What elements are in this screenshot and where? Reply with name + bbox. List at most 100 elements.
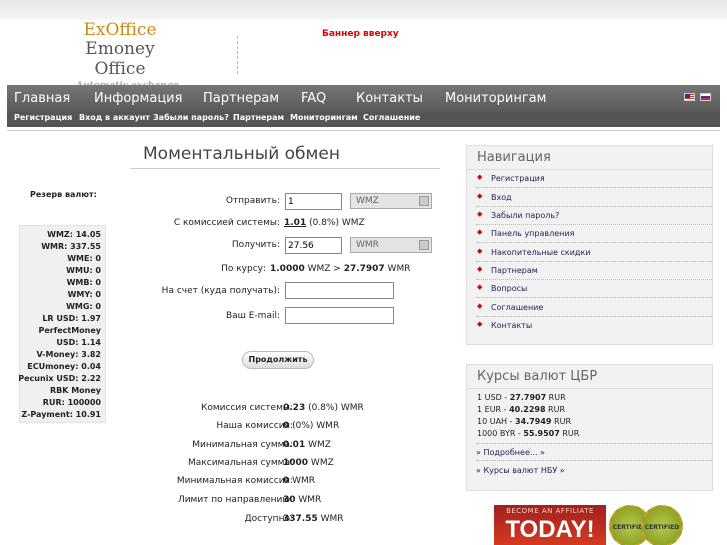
nav-item[interactable]: Регистрация: [491, 174, 545, 183]
rate-unit: RUR: [546, 393, 566, 402]
menu-info[interactable]: Информация: [94, 91, 182, 106]
send-label: Отправить:: [225, 196, 280, 206]
submenu-partners[interactable]: Партнерам: [233, 113, 284, 122]
bullet-icon: ◆: [477, 173, 483, 181]
affiliate-banner[interactable]: BECOME AN AFFILIATE TODAY!: [494, 505, 606, 545]
menu-monitoring[interactable]: Мониторингам: [445, 91, 546, 106]
email-label: Ваш E-mail:: [225, 311, 280, 321]
stat-rest: (0%) WMR: [289, 421, 340, 431]
email-input[interactable]: [285, 307, 394, 324]
rate-unit: WMR: [384, 264, 411, 274]
rate-row: 1 USD - 27.7907 RUR: [477, 393, 566, 402]
stat-rest: WMR: [317, 514, 344, 524]
english-flag-icon[interactable]: [684, 93, 695, 101]
submenu-register[interactable]: Регистрация: [14, 113, 72, 122]
rate-value: 1.0000 WMZ > 27.7907 WMR: [270, 264, 410, 274]
navigation-title: Навигация: [467, 146, 712, 170]
bullet-icon: ◆: [477, 210, 483, 218]
reserve-item: RUR: 100000: [42, 398, 101, 407]
submenu-agreement[interactable]: Соглашение: [363, 113, 420, 122]
reserve-item: WMG: 0: [66, 302, 101, 311]
stat-value: 0.23 (0.8%) WMR: [283, 403, 364, 413]
rate-left: 1000 BYR -: [477, 429, 524, 438]
rates-more-link[interactable]: » Подробнее... »: [476, 448, 545, 457]
logo[interactable]: ExOffice Emoney Office Automatic exchang…: [60, 22, 180, 93]
nav-separator: [476, 224, 712, 225]
menu-home[interactable]: Главная: [14, 91, 70, 106]
stat-label: Минимальная сумма:: [192, 440, 293, 450]
reserve-item: ECUmoney: 0.04: [27, 362, 101, 371]
menu-faq[interactable]: FAQ: [301, 91, 326, 106]
nav-item[interactable]: Соглашение: [491, 303, 543, 312]
rate-right: 27.7907: [343, 264, 385, 274]
bullet-icon: ◆: [477, 320, 483, 328]
rate-value: 27.7907: [509, 393, 547, 402]
stat-label: Минимальная комиссия:: [176, 476, 293, 486]
reserve-item: PerfectMoney: [38, 326, 102, 335]
top-strip: [0, 0, 727, 20]
nav-item[interactable]: Накопительные скидки: [491, 248, 591, 257]
send-amount-input[interactable]: [285, 193, 342, 210]
reserve-list: WMZ: 14.05 WMR: 337.55 WME: 0 WMU: 0 WMB…: [18, 225, 106, 423]
logo-line2: Emoney Office: [85, 39, 155, 79]
stat-label: Наша комиссия:: [216, 421, 293, 431]
send-currency-select[interactable]: WMZ: [350, 193, 432, 209]
rates-nbu-link[interactable]: » Курсы валют НБУ »: [476, 466, 565, 475]
stat-rest: WMR: [295, 495, 322, 505]
dropdown-arrow-icon: [419, 240, 429, 250]
nav-item[interactable]: Панель управления: [491, 229, 574, 238]
bullet-icon: ◆: [477, 228, 483, 236]
rate-unit: RUR: [551, 417, 571, 426]
top-banner[interactable]: Баннер вверху: [322, 29, 399, 39]
submenu-login[interactable]: Вход в аккаунт: [79, 113, 150, 122]
receive-currency-select[interactable]: WMR: [350, 237, 432, 253]
menu-partners[interactable]: Партнерам: [203, 91, 279, 106]
commission-value: 1.01 (0.8%) WMZ: [284, 218, 365, 228]
reserve-item: Z-Payment: 10.91: [21, 410, 101, 419]
stat-rest: WMZ: [308, 458, 334, 468]
nav-item[interactable]: Вопросы: [491, 284, 527, 293]
stat-bold: 1000: [283, 458, 309, 468]
logo-line1: ExOffice: [83, 20, 157, 40]
submenu-monitoring[interactable]: Мониторингам: [290, 113, 358, 122]
title-underline: [130, 168, 440, 169]
stat-label: Максимальная сумма:: [188, 458, 293, 468]
rate-label: По курсу:: [221, 264, 266, 274]
nav-separator: [476, 261, 712, 262]
reserve-item: RBK Money: [49, 386, 101, 395]
bullet-icon: ◆: [477, 302, 483, 310]
page-title: Моментальный обмен: [143, 144, 340, 164]
bullet-icon: ◆: [477, 247, 483, 255]
submenu-forgot[interactable]: Забыли пароль?: [153, 113, 229, 122]
nav-separator: [476, 242, 712, 243]
header-divider: [237, 36, 238, 74]
nav-item[interactable]: Партнерам: [491, 266, 538, 275]
stat-value: 337.55 WMR: [283, 514, 344, 524]
account-label: На счет (куда получать):: [161, 286, 280, 296]
stat-value: 30 WMR: [283, 495, 321, 505]
reserve-item: WMZ: 14.05: [47, 230, 101, 239]
rate-value: 40.2298: [509, 405, 546, 414]
nav-item[interactable]: Контакты: [491, 321, 532, 330]
dropdown-arrow-icon: [419, 196, 429, 206]
account-input[interactable]: [285, 282, 394, 299]
stat-rest: WMZ: [305, 440, 331, 450]
receive-amount-input[interactable]: [285, 237, 342, 254]
certified-badge-icon[interactable]: CERTIFIED: [641, 505, 683, 545]
menu-contacts[interactable]: Контакты: [356, 91, 423, 106]
content-divider: [7, 130, 720, 131]
stat-label: Лимит по направлению:: [177, 495, 293, 505]
russian-flag-icon[interactable]: [700, 93, 711, 101]
nav-item[interactable]: Забыли пароль?: [491, 211, 559, 220]
receive-currency-value: WMR: [356, 240, 379, 250]
commission-label: С комиссией системы:: [173, 218, 280, 228]
stat-bold: 30: [283, 495, 296, 505]
stat-value: 0.01 WMZ: [283, 440, 331, 450]
main-menu: Главная Информация Партнерам FAQ Контакт…: [7, 85, 720, 127]
stat-bold: 0.01: [283, 440, 306, 450]
nav-item[interactable]: Вход: [491, 193, 512, 202]
reserve-item: V-Money: 3.82: [36, 350, 101, 359]
send-currency-value: WMZ: [356, 196, 379, 206]
continue-button[interactable]: Продолжить: [242, 351, 314, 369]
nav-separator: [476, 206, 712, 207]
